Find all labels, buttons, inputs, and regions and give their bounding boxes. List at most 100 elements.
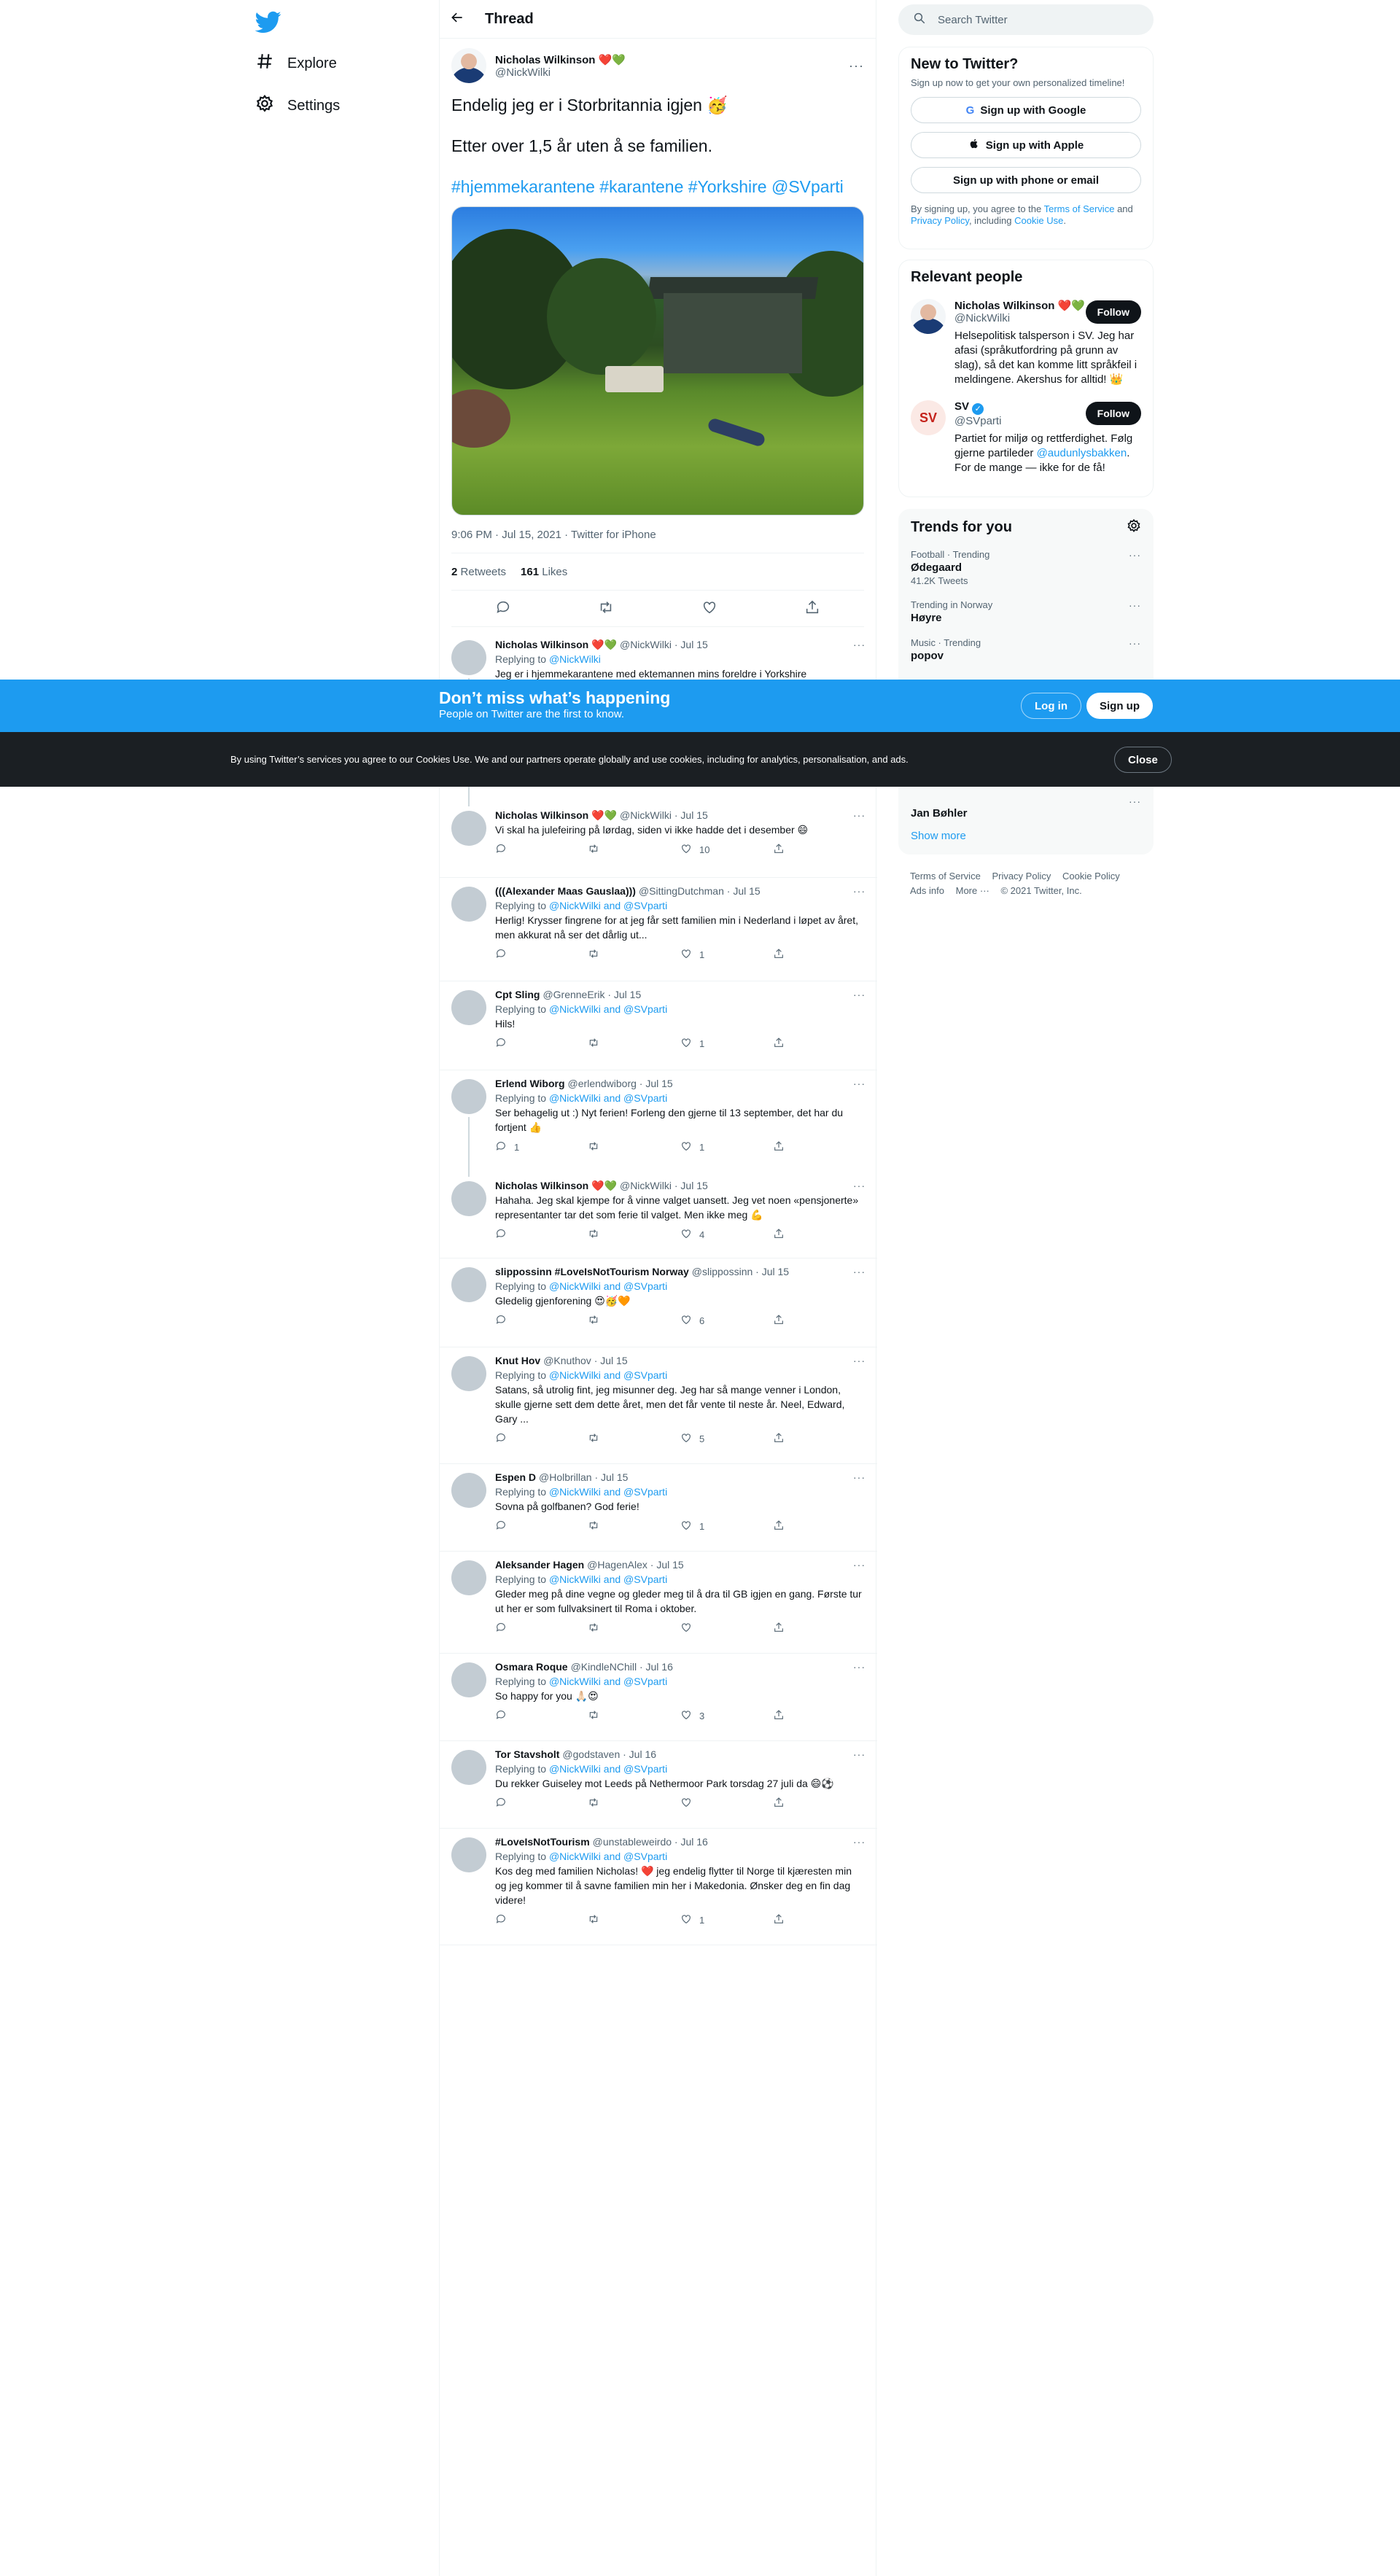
reply-author-name[interactable]: Aleksander Hagen xyxy=(495,1557,584,1572)
retweet-button[interactable] xyxy=(588,1797,680,1810)
reply-tweet[interactable]: #LoveIsNotTourism @unstableweirdo · Jul 1… xyxy=(440,1829,877,1945)
avatar[interactable] xyxy=(451,1181,486,1216)
retweet-button[interactable] xyxy=(588,1037,680,1051)
reply-author-name[interactable]: Espen D xyxy=(495,1470,536,1484)
like-button[interactable]: 5 xyxy=(680,1432,773,1446)
footer-cookie-link[interactable]: Cookie Policy xyxy=(1062,871,1120,882)
reply-button[interactable] xyxy=(495,1432,588,1446)
like-button[interactable]: 6 xyxy=(680,1314,773,1328)
avatar[interactable] xyxy=(451,1473,486,1508)
tweet-timestamp[interactable]: 9:06 PM · Jul 15, 2021 · Twitter for iPh… xyxy=(451,529,864,541)
reply-button[interactable] xyxy=(495,1314,588,1328)
reply-meta[interactable]: @Holbrillan · Jul 15 xyxy=(539,1470,853,1484)
cookie-link[interactable]: Cookie Use xyxy=(1014,215,1063,226)
footer-tos-link[interactable]: Terms of Service xyxy=(910,871,981,882)
replying-to-link[interactable]: @NickWilki and @SVparti xyxy=(549,1763,667,1775)
share-button[interactable] xyxy=(773,1519,866,1533)
follow-button[interactable]: Follow xyxy=(1085,402,1141,425)
more-options-icon[interactable]: ··· xyxy=(853,808,866,822)
reply-meta[interactable]: @NickWilki · Jul 15 xyxy=(620,1178,853,1193)
tweet-photo[interactable] xyxy=(451,206,864,515)
reply-tweet[interactable]: Osmara Roque @KindleNChill · Jul 16 ··· Rep… xyxy=(440,1654,877,1741)
avatar[interactable] xyxy=(451,990,486,1025)
avatar[interactable] xyxy=(911,299,946,334)
signup-apple-button[interactable]: Sign up with Apple xyxy=(911,132,1141,158)
retweet-button[interactable] xyxy=(588,1519,680,1533)
replying-to-link[interactable]: @NickWilki and @SVparti xyxy=(549,1369,667,1381)
retweet-button[interactable] xyxy=(588,948,680,962)
bio-mention-link[interactable]: @audunlysbakken xyxy=(1037,447,1127,459)
more-options-icon[interactable]: ··· xyxy=(853,1747,866,1762)
avatar[interactable] xyxy=(451,811,486,846)
more-options-icon[interactable]: ··· xyxy=(853,1659,866,1674)
signup-google-button[interactable]: G Sign up with Google xyxy=(911,97,1141,123)
retweet-button[interactable] xyxy=(588,1913,680,1927)
reply-tweet[interactable]: Nicholas Wilkinson ❤️💚 @NickWilki · Jul 1… xyxy=(440,802,877,878)
share-button[interactable] xyxy=(773,948,866,962)
reply-author-name[interactable]: Nicholas Wilkinson ❤️💚 xyxy=(495,1178,617,1193)
avatar[interactable] xyxy=(451,1837,486,1872)
reply-author-name[interactable]: Erlend Wiborg xyxy=(495,1076,565,1091)
reply-meta[interactable]: @KindleNChill · Jul 16 xyxy=(571,1659,853,1674)
privacy-link[interactable]: Privacy Policy xyxy=(911,215,969,226)
reply-meta[interactable]: @GrenneErik · Jul 15 xyxy=(542,987,853,1002)
tweet-hashtags[interactable]: #hjemmekarantene #karantene #Yorkshire @… xyxy=(451,177,844,196)
like-button[interactable] xyxy=(680,1622,773,1635)
signup-phone-button[interactable]: Sign up with phone or email xyxy=(911,167,1141,193)
retweet-button[interactable] xyxy=(588,1709,680,1723)
trend-item[interactable]: Jan Bøhler ··· xyxy=(911,795,1141,820)
reply-button[interactable] xyxy=(495,1519,588,1533)
author-name[interactable]: Nicholas Wilkinson ❤️💚 xyxy=(495,53,849,66)
replying-to-link[interactable]: @NickWilki and @SVparti xyxy=(549,1486,667,1498)
more-options-icon[interactable]: ··· xyxy=(853,1178,866,1193)
show-more-link[interactable]: Show more xyxy=(911,830,966,842)
sv-logo-icon[interactable]: SV xyxy=(911,400,946,435)
retweet-button[interactable] xyxy=(588,1432,680,1446)
author-handle[interactable]: @NickWilki xyxy=(495,66,849,79)
more-options-icon[interactable]: ··· xyxy=(1129,795,1141,807)
like-button[interactable]: 1 xyxy=(680,1140,773,1154)
like-button[interactable]: 10 xyxy=(680,843,773,857)
reply-button[interactable]: 1 xyxy=(495,1140,588,1154)
trend-item[interactable]: Music · Trending popov ··· xyxy=(911,637,1141,662)
share-icon[interactable] xyxy=(804,599,820,618)
reply-meta[interactable]: @NickWilki · Jul 15 xyxy=(620,808,853,822)
reply-author-name[interactable]: (((Alexander Maas Gauslaa))) xyxy=(495,884,636,898)
person-row[interactable]: Nicholas Wilkinson ❤️💚 @NickWilki Helsep… xyxy=(911,299,1141,387)
more-options-icon[interactable]: ··· xyxy=(853,1470,866,1484)
footer-more-link[interactable]: More ··· xyxy=(956,885,989,896)
reply-author-name[interactable]: Nicholas Wilkinson ❤️💚 xyxy=(495,637,617,652)
like-button[interactable]: 3 xyxy=(680,1709,773,1723)
reply-meta[interactable]: @godstaven · Jul 16 xyxy=(562,1747,853,1762)
avatar[interactable] xyxy=(451,640,486,675)
reply-tweet[interactable]: Erlend Wiborg @erlendwiborg · Jul 15 ··· Re… xyxy=(440,1070,877,1177)
person-row[interactable]: SV SV ✓ @SVparti Partiet for miljø og re… xyxy=(911,400,1141,475)
more-options-icon[interactable]: ··· xyxy=(853,884,866,898)
share-button[interactable] xyxy=(773,1037,866,1051)
share-button[interactable] xyxy=(773,843,866,857)
more-options-icon[interactable]: ··· xyxy=(1129,599,1141,611)
more-options-icon[interactable]: ··· xyxy=(853,1834,866,1849)
more-options-icon[interactable]: ··· xyxy=(853,1557,866,1572)
nav-settings[interactable]: Settings xyxy=(255,87,340,124)
retweet-count[interactable]: 2 Retweets xyxy=(451,566,506,578)
nav-explore[interactable]: Explore xyxy=(255,45,337,82)
reply-tweet[interactable]: Aleksander Hagen @HagenAlex · Jul 15 ··· Re… xyxy=(440,1552,877,1654)
share-button[interactable] xyxy=(773,1797,866,1810)
retweet-button[interactable] xyxy=(588,1314,680,1328)
tos-link[interactable]: Terms of Service xyxy=(1044,203,1115,214)
reply-tweet[interactable]: Espen D @Holbrillan · Jul 15 ··· Replying t… xyxy=(440,1464,877,1552)
reply-tweet[interactable]: Tor Stavsholt @godstaven · Jul 16 ··· Reply… xyxy=(440,1741,877,1829)
reply-button[interactable] xyxy=(495,1797,588,1810)
share-button[interactable] xyxy=(773,1314,866,1328)
share-button[interactable] xyxy=(773,1432,866,1446)
reply-author-name[interactable]: slippossinn #LoveIsNotTourism Norway xyxy=(495,1264,689,1279)
more-options-icon[interactable]: ··· xyxy=(853,637,866,652)
reply-tweet[interactable]: slippossinn #LoveIsNotTourism Norway @sli… xyxy=(440,1258,877,1347)
reply-author-name[interactable]: Nicholas Wilkinson ❤️💚 xyxy=(495,808,617,822)
back-arrow-icon[interactable] xyxy=(450,10,464,28)
trend-item[interactable]: Trending in Norway Høyre ··· xyxy=(911,599,1141,624)
replying-to-link[interactable]: @NickWilki and @SVparti xyxy=(549,900,667,911)
reply-meta[interactable]: @erlendwiborg · Jul 15 xyxy=(568,1076,853,1091)
retweet-button[interactable] xyxy=(588,1622,680,1635)
